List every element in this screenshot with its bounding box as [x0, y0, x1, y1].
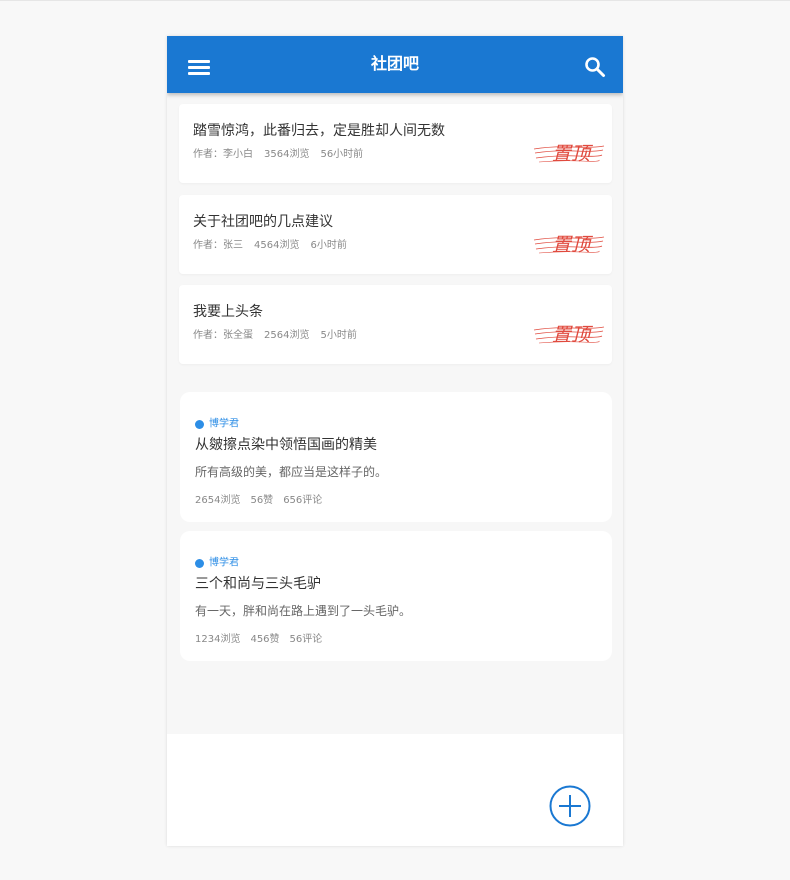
- page-title: 社团吧: [370, 54, 419, 73]
- article-likes: 456赞: [250, 634, 280, 645]
- article-summary: 所有高级的美，都应当是这样子的。: [195, 465, 388, 479]
- article-comments: 56评论: [289, 634, 323, 645]
- article-author-row: 博学君: [195, 414, 239, 430]
- pinned-post-title: 踏雪惊鸿，此番归去，定是胜却人间无数: [193, 123, 445, 139]
- pinned-stamp-icon: 置顶: [533, 143, 605, 165]
- article-summary: 有一天，胖和尚在路上遇到了一头毛驴。: [195, 604, 412, 618]
- svg-text:置顶: 置顶: [552, 324, 594, 346]
- article-author[interactable]: 博学君: [209, 558, 239, 569]
- author-dot-icon: [195, 420, 204, 429]
- post-time: 5小时前: [320, 330, 357, 341]
- article-author[interactable]: 博学君: [209, 419, 239, 430]
- post-views: 4564浏览: [254, 240, 300, 251]
- app-screen: 社团吧 踏雪惊鸿，此番归去，定是胜却人间无数 作者：李小白 3564浏览 56小时前…: [167, 36, 623, 846]
- post-author: 作者：张全蛋: [193, 330, 253, 341]
- post-author: 作者：李小白: [193, 149, 253, 160]
- pinned-post-card[interactable]: 我要上头条 作者：张全蛋 2564浏览 5小时前 置顶: [179, 285, 612, 364]
- app-header: 社团吧: [167, 36, 623, 93]
- pinned-post-card[interactable]: 关于社团吧的几点建议 作者：张三 4564浏览 6小时前 置顶: [179, 195, 612, 274]
- post-time: 6小时前: [310, 240, 347, 251]
- article-card[interactable]: 博学君 从皴擦点染中领悟国画的精美 所有高级的美，都应当是这样子的。 2654浏…: [180, 392, 612, 522]
- article-author-row: 博学君: [195, 553, 239, 569]
- add-circle-icon[interactable]: [549, 785, 591, 827]
- article-likes: 56赞: [250, 495, 274, 506]
- post-views: 3564浏览: [264, 149, 310, 160]
- article-stats: 2654浏览 56赞 656评论: [195, 495, 332, 507]
- svg-text:置顶: 置顶: [552, 234, 594, 256]
- author-dot-icon: [195, 559, 204, 568]
- page-top-border: [0, 0, 790, 1]
- search-icon[interactable]: [584, 56, 606, 78]
- post-time: 56小时前: [320, 149, 364, 160]
- pinned-post-meta: 作者：李小白 3564浏览 56小时前: [193, 149, 374, 161]
- article-title: 从皴擦点染中领悟国画的精美: [195, 437, 377, 453]
- pinned-stamp-icon: 置顶: [533, 324, 605, 346]
- article-views: 1234浏览: [195, 634, 241, 645]
- pinned-stamp-icon: 置顶: [533, 234, 605, 256]
- pinned-post-title: 关于社团吧的几点建议: [193, 214, 333, 230]
- post-author: 作者：张三: [193, 240, 243, 251]
- post-views: 2564浏览: [264, 330, 310, 341]
- pinned-post-meta: 作者：张三 4564浏览 6小时前: [193, 240, 358, 252]
- svg-text:置顶: 置顶: [552, 143, 594, 165]
- pinned-post-meta: 作者：张全蛋 2564浏览 5小时前: [193, 330, 368, 342]
- article-card[interactable]: 博学君 三个和尚与三头毛驴 有一天，胖和尚在路上遇到了一头毛驴。 1234浏览 4…: [180, 531, 612, 661]
- article-stats: 1234浏览 456赞 56评论: [195, 634, 332, 646]
- pinned-post-card[interactable]: 踏雪惊鸿，此番归去，定是胜却人间无数 作者：李小白 3564浏览 56小时前 置顶: [179, 104, 612, 183]
- pinned-post-title: 我要上头条: [193, 304, 263, 320]
- article-title: 三个和尚与三头毛驴: [195, 576, 321, 592]
- article-comments: 656评论: [283, 495, 323, 506]
- article-views: 2654浏览: [195, 495, 241, 506]
